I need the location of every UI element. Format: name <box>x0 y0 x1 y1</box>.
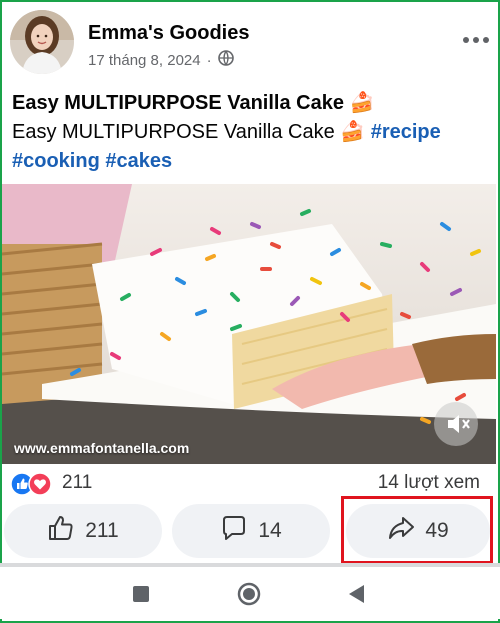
reaction-icons[interactable] <box>10 472 54 496</box>
thumbs-up-icon <box>47 514 75 548</box>
post-body: Easy MULTIPURPOSE Vanilla Cake 🍰 #recipe… <box>12 118 490 176</box>
reaction-count[interactable]: 211 <box>62 472 92 494</box>
comment-count: 14 <box>258 519 282 542</box>
triangle-back-icon[interactable] <box>344 581 370 607</box>
hashtag-cooking[interactable]: #cooking <box>12 150 100 172</box>
reaction-stats: 211 14 lượt xem <box>10 468 494 498</box>
post-meta: 17 tháng 8, 2024 · <box>88 50 234 70</box>
view-count: 14 lượt xem <box>377 472 480 493</box>
post-title: Easy MULTIPURPOSE Vanilla Cake 🍰 <box>12 92 375 114</box>
mute-icon[interactable] <box>434 402 478 446</box>
meta-separator: · <box>206 51 212 69</box>
like-count: 211 <box>85 519 119 542</box>
hashtag-recipe[interactable]: #recipe <box>371 121 441 143</box>
comment-bubble-icon <box>220 514 248 548</box>
android-nav-bar <box>0 567 500 619</box>
hashtag-cakes[interactable]: #cakes <box>105 150 172 172</box>
author-name[interactable]: Emma's Goodies <box>88 22 249 45</box>
avatar[interactable] <box>10 10 74 74</box>
square-recents-icon[interactable] <box>128 581 154 607</box>
post-body-text: Easy MULTIPURPOSE Vanilla Cake 🍰 <box>12 121 371 143</box>
post-header: Emma's Goodies 17 tháng 8, 2024 · <box>10 10 490 76</box>
sprinkles <box>70 209 481 424</box>
share-highlight-box <box>341 496 493 564</box>
post-video[interactable]: www.emmafontanella.com <box>2 184 496 464</box>
circle-home-icon[interactable] <box>236 581 262 607</box>
post-date[interactable]: 17 tháng 8, 2024 <box>88 52 201 69</box>
video-watermark: www.emmafontanella.com <box>14 440 190 456</box>
like-button[interactable]: 211 <box>4 504 162 558</box>
more-options-icon[interactable] <box>462 24 490 50</box>
comment-button[interactable]: 14 <box>172 504 330 558</box>
globe-icon <box>217 50 234 70</box>
